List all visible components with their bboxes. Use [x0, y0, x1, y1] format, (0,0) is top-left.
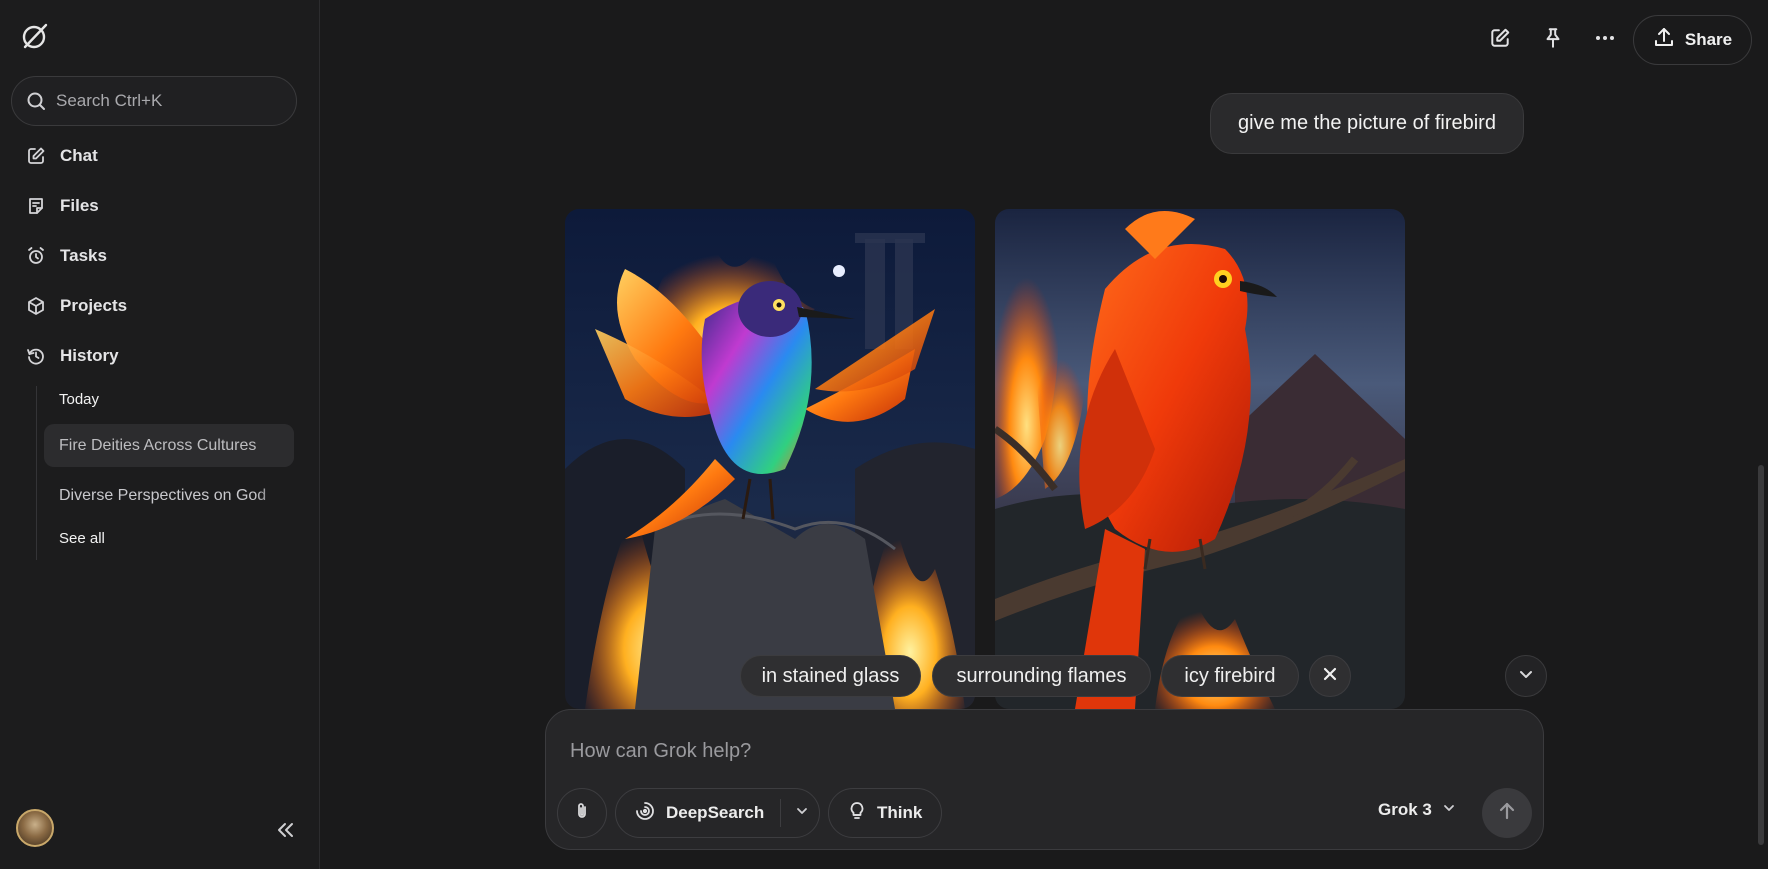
deepsearch-button[interactable]: DeepSearch	[615, 788, 820, 838]
close-icon	[1322, 666, 1338, 687]
chevron-down-icon	[1442, 801, 1456, 820]
history-group-label: Today	[59, 391, 100, 408]
suggestion-chip[interactable]: in stained glass	[740, 655, 921, 697]
cube-icon	[26, 296, 46, 316]
paperclip-icon	[572, 801, 592, 826]
avatar[interactable]	[16, 809, 54, 847]
sidebar: Search Ctrl+K Chat Files Tasks Projects …	[0, 0, 320, 869]
file-icon	[26, 196, 46, 216]
edit-icon	[26, 146, 46, 166]
more-options-button[interactable]	[1589, 24, 1621, 56]
scrollbar-thumb[interactable]	[1758, 465, 1764, 845]
sidebar-item-chat[interactable]: Chat	[16, 136, 306, 176]
divider	[780, 799, 782, 827]
generated-image[interactable]	[565, 209, 975, 709]
history-divider	[36, 386, 37, 560]
alarm-icon	[26, 246, 46, 266]
history-item-label: Fire Deities Across Cultures	[59, 436, 257, 454]
history-icon	[26, 346, 46, 366]
grok-logo-icon[interactable]	[19, 20, 51, 52]
chevron-down-icon[interactable]	[795, 804, 809, 823]
user-message-bubble: give me the picture of firebird	[1210, 93, 1524, 154]
model-label: Grok 3	[1378, 800, 1432, 819]
think-button[interactable]: Think	[828, 788, 942, 838]
new-chat-button[interactable]	[1484, 24, 1516, 56]
pin-button[interactable]	[1537, 24, 1569, 56]
lightbulb-icon	[847, 801, 867, 826]
history-item-label: Diverse Perspectives on God	[59, 486, 267, 504]
pin-icon	[1542, 27, 1564, 54]
share-label: Share	[1684, 30, 1733, 49]
firebird-image-1	[565, 209, 975, 709]
sidebar-item-tasks[interactable]: Tasks	[16, 236, 306, 276]
deepsearch-icon	[634, 800, 656, 827]
search-button[interactable]: Search Ctrl+K	[11, 76, 297, 126]
sidebar-item-label: Files	[60, 196, 99, 215]
firebird-image-2	[995, 209, 1405, 709]
suggestion-chip[interactable]: icy firebird	[1161, 655, 1299, 697]
scroll-to-bottom-button[interactable]	[1505, 655, 1547, 697]
composer: DeepSearch Think Grok 3	[545, 709, 1544, 850]
sidebar-item-label: Chat	[60, 146, 98, 165]
sidebar-item-projects[interactable]: Projects	[16, 286, 306, 326]
generated-image[interactable]	[995, 209, 1405, 709]
attach-button[interactable]	[557, 788, 607, 838]
more-horizontal-icon	[1594, 27, 1616, 54]
chevron-down-icon	[1517, 665, 1535, 688]
fade-overlay	[254, 474, 294, 517]
search-label: Search Ctrl+K	[56, 91, 163, 110]
edit-icon	[1489, 27, 1511, 54]
message-input[interactable]	[570, 736, 1220, 766]
arrow-up-icon	[1496, 800, 1518, 827]
see-all-link[interactable]: See all	[59, 530, 105, 547]
collapse-sidebar-icon[interactable]	[273, 818, 297, 842]
dismiss-suggestions-button[interactable]	[1309, 655, 1351, 697]
think-label: Think	[877, 803, 923, 822]
history-item[interactable]: Fire Deities Across Cultures	[44, 424, 294, 467]
sidebar-item-files[interactable]: Files	[16, 186, 306, 226]
suggestion-chip[interactable]: surrounding flames	[932, 655, 1151, 697]
send-button[interactable]	[1482, 788, 1532, 838]
fade-overlay	[254, 424, 294, 467]
upload-icon	[1653, 27, 1675, 54]
sidebar-item-history[interactable]: History	[16, 336, 306, 376]
sidebar-item-label: Projects	[60, 296, 128, 315]
deepsearch-label: DeepSearch	[666, 803, 765, 822]
sidebar-item-label: History	[60, 346, 119, 365]
sidebar-item-label: Tasks	[60, 246, 107, 265]
search-icon	[26, 91, 46, 111]
model-selector[interactable]: Grok 3	[1378, 800, 1456, 820]
share-button[interactable]: Share	[1633, 15, 1752, 65]
history-item[interactable]: Diverse Perspectives on God	[44, 474, 294, 517]
